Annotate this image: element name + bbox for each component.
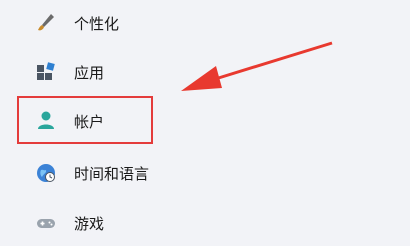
- sidebar-item-personalization[interactable]: 个性化: [22, 3, 322, 43]
- sidebar-item-label: 应用: [74, 63, 105, 82]
- sidebar-item-label: 个性化: [74, 14, 120, 33]
- brush-icon: [32, 9, 60, 37]
- sidebar-item-apps[interactable]: 应用: [22, 52, 322, 92]
- sidebar-item-label: 时间和语言: [74, 164, 150, 183]
- sidebar-item-gaming[interactable]: 游戏: [22, 203, 322, 243]
- sidebar-item-label: 游戏: [74, 214, 105, 233]
- sidebar-item-time-language[interactable]: 时间和语言: [22, 153, 322, 193]
- apps-icon: [32, 58, 60, 86]
- highlight-box: [17, 96, 153, 144]
- gamepad-icon: [32, 209, 60, 237]
- right-edge: [410, 0, 415, 251]
- globe-clock-icon: [32, 159, 60, 187]
- bottom-edge: [0, 246, 415, 251]
